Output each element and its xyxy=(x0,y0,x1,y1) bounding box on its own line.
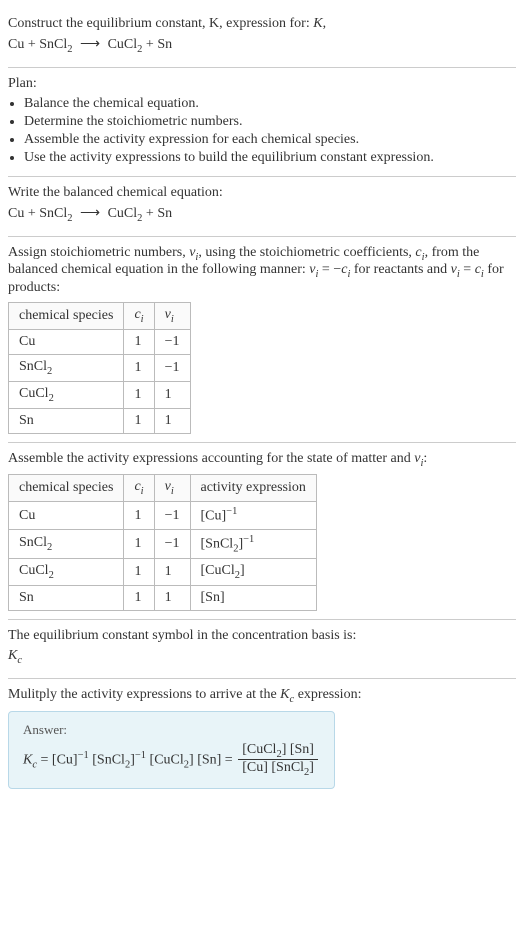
col-species: chemical species xyxy=(9,475,124,502)
prompt-section: Construct the equilibrium constant, K, e… xyxy=(8,8,516,68)
arrow-icon: ⟶ xyxy=(76,37,104,52)
table-row: Cu 1 −1 xyxy=(9,329,191,354)
col-nui: νi xyxy=(154,303,190,330)
answer-expression: Kc = [Cu]−1 [SnCl2]−1 [CuCl2] [Sn] = [Cu… xyxy=(23,742,320,779)
table-row: SnCl2 1 −1 xyxy=(9,354,191,381)
table-row: CuCl2 1 1 xyxy=(9,381,191,408)
activity-text: Assemble the activity expressions accoun… xyxy=(8,451,516,469)
table-row: CuCl2 1 1 [CuCl2] xyxy=(9,559,317,586)
symbol-section: The equilibrium constant symbol in the c… xyxy=(8,620,516,679)
answer-section: Mulitply the activity expressions to arr… xyxy=(8,679,516,797)
plan-list: Balance the chemical equation. Determine… xyxy=(8,96,516,166)
stoich-table: chemical species ci νi Cu 1 −1 SnCl2 1 −… xyxy=(8,302,191,433)
arrow-icon: ⟶ xyxy=(76,206,104,221)
balanced-section: Write the balanced chemical equation: Cu… xyxy=(8,177,516,237)
plan-item: Assemble the activity expression for eac… xyxy=(24,132,516,148)
answer-label: Answer: xyxy=(23,722,320,738)
answer-fraction: [CuCl2] [Sn] [Cu] [SnCl2] xyxy=(238,742,318,779)
assign-section: Assign stoichiometric numbers, νi, using… xyxy=(8,237,516,443)
plan-item: Balance the chemical equation. xyxy=(24,96,516,112)
col-species: chemical species xyxy=(9,303,124,330)
prompt-line1: Construct the equilibrium constant, K, e… xyxy=(8,16,310,31)
assign-text: Assign stoichiometric numbers, νi, using… xyxy=(8,245,516,297)
symbol-text: The equilibrium constant symbol in the c… xyxy=(8,628,516,644)
plan-section: Plan: Balance the chemical equation. Det… xyxy=(8,68,516,177)
prompt-reaction: Cu + SnCl2 ⟶ CuCl2 + Sn xyxy=(8,36,516,55)
symbol-kc: Kc xyxy=(8,648,516,666)
answer-box: Answer: Kc = [Cu]−1 [SnCl2]−1 [CuCl2] [S… xyxy=(8,711,335,790)
balanced-heading: Write the balanced chemical equation: xyxy=(8,185,516,201)
plan-item: Determine the stoichiometric numbers. xyxy=(24,114,516,130)
col-ci: ci xyxy=(124,303,154,330)
balanced-reaction: Cu + SnCl2 ⟶ CuCl2 + Sn xyxy=(8,205,516,224)
col-ci: ci xyxy=(124,475,154,502)
table-header-row: chemical species ci νi activity expressi… xyxy=(9,475,317,502)
table-row: Sn 1 1 [Sn] xyxy=(9,586,317,611)
plan-heading: Plan: xyxy=(8,76,516,92)
activity-table: chemical species ci νi activity expressi… xyxy=(8,474,317,611)
col-nui: νi xyxy=(154,475,190,502)
table-row: Cu 1 −1 [Cu]−1 xyxy=(9,502,317,530)
multiply-text: Mulitply the activity expressions to arr… xyxy=(8,687,516,705)
table-row: Sn 1 1 xyxy=(9,408,191,433)
table-row: SnCl2 1 −1 [SnCl2]−1 xyxy=(9,529,317,558)
plan-item: Use the activity expressions to build th… xyxy=(24,150,516,166)
table-header-row: chemical species ci νi xyxy=(9,303,191,330)
activity-section: Assemble the activity expressions accoun… xyxy=(8,443,516,621)
col-activity: activity expression xyxy=(190,475,316,502)
prompt-text: Construct the equilibrium constant, K, e… xyxy=(8,16,516,32)
